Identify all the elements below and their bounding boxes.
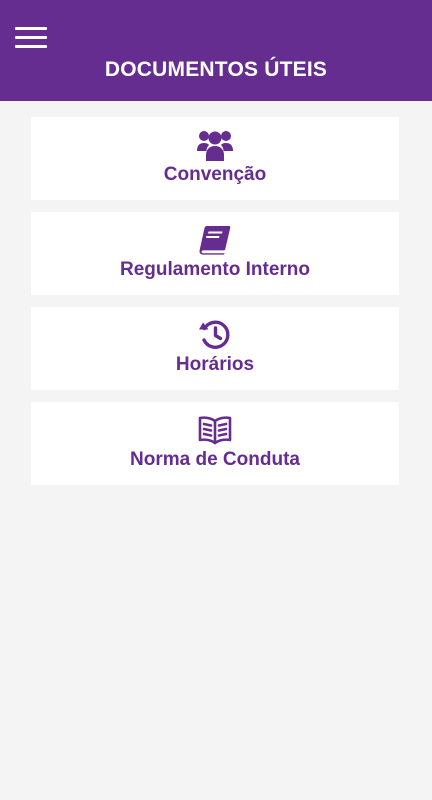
open-book-icon [31, 413, 399, 447]
document-label: Norma de Conduta [130, 449, 300, 470]
page-title: DOCUMENTOS ÚTEIS [104, 58, 328, 81]
document-card-horarios[interactable]: Horários [31, 307, 399, 390]
document-card-norma-de-conduta[interactable]: Norma de Conduta [31, 402, 399, 485]
document-card-regulamento-interno[interactable]: Regulamento Interno [31, 212, 399, 295]
document-card-convencao[interactable]: Convenção [31, 117, 399, 200]
hamburger-menu-icon [12, 22, 50, 54]
document-label: Regulamento Interno [119, 259, 310, 280]
history-clock-icon [31, 318, 399, 352]
book-icon [31, 223, 399, 257]
menu-button[interactable] [12, 22, 50, 54]
document-label: Horários [175, 354, 255, 375]
app-header: DOCUMENTOS ÚTEIS [0, 0, 432, 101]
document-label: Convenção [163, 164, 267, 185]
documents-list: Convenção Regulamento Interno Horários N… [31, 117, 399, 497]
users-group-icon [31, 128, 399, 162]
